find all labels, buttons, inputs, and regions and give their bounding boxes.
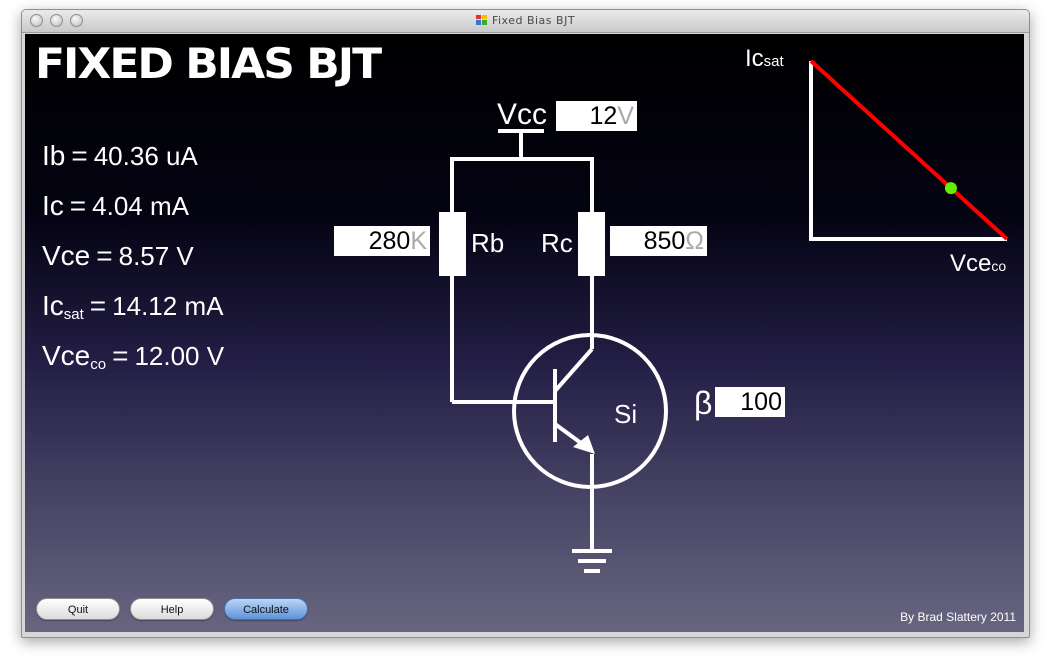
beta-field[interactable]: 100 bbox=[715, 387, 785, 417]
rc-value: 850 bbox=[643, 227, 686, 255]
vcc-value: 12 bbox=[589, 102, 618, 130]
load-line-graph bbox=[809, 59, 1009, 241]
rb-unit: K bbox=[410, 227, 427, 255]
calculate-button[interactable]: Calculate bbox=[224, 598, 308, 620]
title-bar: Fixed Bias BJT bbox=[22, 10, 1029, 33]
rb-value: 280 bbox=[368, 227, 411, 255]
window-title-area: Fixed Bias BJT bbox=[22, 14, 1029, 27]
app-window: Fixed Bias BJT FIXED BIAS BJT Ib = 40.36 u… bbox=[21, 9, 1030, 638]
rb-field[interactable]: 280K bbox=[334, 226, 430, 256]
graph-y-label: Icsat bbox=[745, 45, 784, 73]
load-line bbox=[809, 59, 1009, 241]
app-client-area: FIXED BIAS BJT Ib = 40.36 uA Ic = 4.04 mA Vc… bbox=[25, 34, 1024, 632]
q-point bbox=[944, 182, 957, 195]
vcc-label: Vcc bbox=[497, 98, 548, 131]
transistor-material: Si bbox=[614, 399, 638, 429]
rc-unit: Ω bbox=[685, 227, 704, 255]
window-title: Fixed Bias BJT bbox=[491, 14, 576, 27]
rc-field[interactable]: 850Ω bbox=[610, 226, 707, 256]
rb-resistor bbox=[439, 212, 466, 276]
beta-value: 100 bbox=[740, 388, 782, 416]
graph-x-label-main: Vce bbox=[950, 250, 992, 277]
quit-button[interactable]: Quit bbox=[36, 598, 120, 620]
graph-x-label: Vceco bbox=[950, 250, 1006, 278]
graph-x-label-sub: co bbox=[991, 258, 1007, 274]
app-icon bbox=[475, 15, 487, 25]
rc-label: Rc bbox=[541, 228, 573, 258]
help-button[interactable]: Help bbox=[130, 598, 214, 620]
rb-label: Rb bbox=[471, 228, 505, 258]
beta-label: β bbox=[694, 385, 713, 421]
graph-y-label-main: Ic bbox=[745, 45, 764, 72]
graph-y-label-sub: sat bbox=[763, 53, 784, 70]
wire bbox=[450, 157, 594, 214]
transistor-collector bbox=[553, 347, 594, 393]
credit-text: By Brad Slattery 2011 bbox=[900, 610, 1016, 624]
vcc-unit: V bbox=[617, 102, 634, 130]
vcc-field[interactable]: 12V bbox=[556, 101, 637, 131]
rc-resistor bbox=[578, 212, 605, 276]
